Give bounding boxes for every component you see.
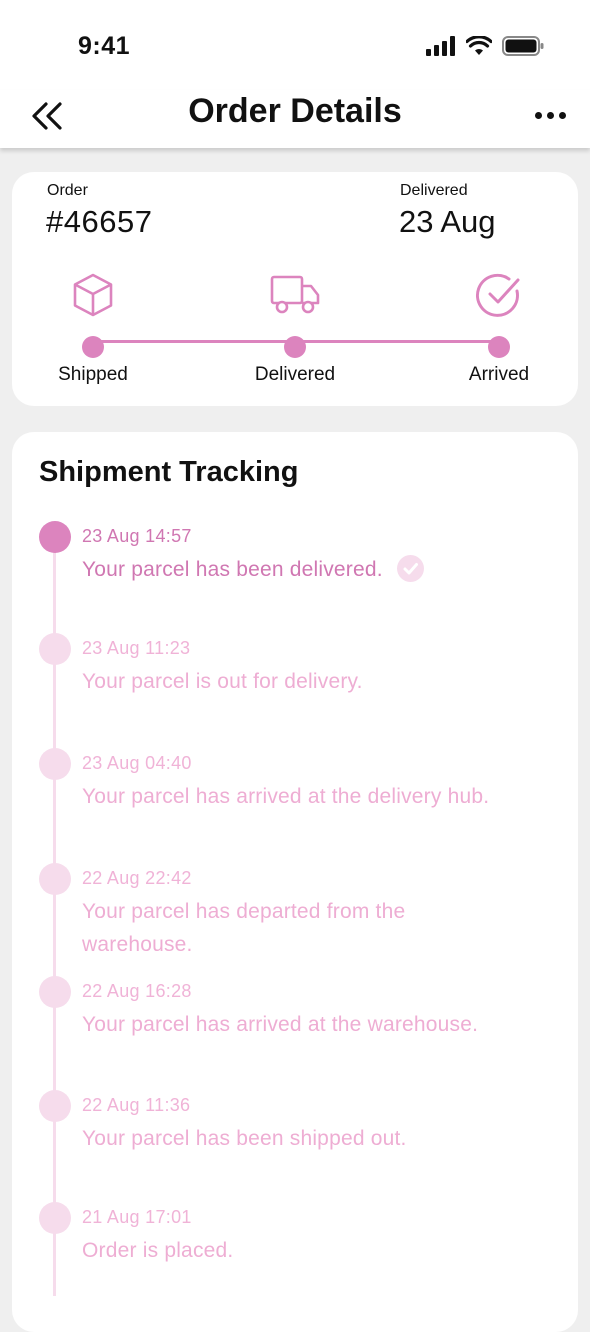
more-dot-icon [534, 111, 542, 119]
wifi-icon [466, 36, 492, 55]
header: Order Details [0, 90, 590, 148]
step-arrived: Arrived [439, 270, 559, 386]
more-dot-icon [546, 111, 554, 119]
truck-icon [270, 275, 320, 314]
timeline-dot [39, 1090, 71, 1122]
event-text-label: Your parcel has been delivered. [82, 558, 383, 581]
step-dot [82, 336, 104, 358]
battery-icon [502, 36, 544, 56]
page-title: Order Details [188, 92, 402, 130]
order-number: #46657 [46, 204, 153, 239]
check-circle-icon [475, 273, 520, 317]
event-time: 21 Aug 17:01 [82, 1207, 192, 1227]
step-delivered: Delivered [235, 270, 355, 386]
event-text: Your parcel has departed from the wareho… [82, 900, 406, 956]
status-time: 9:41 [78, 32, 131, 60]
status-icons [426, 36, 544, 56]
status-bar: 9:41 [0, 0, 590, 90]
delivered-label: Delivered [400, 182, 468, 199]
box-icon [73, 273, 113, 317]
timeline-dot [39, 521, 71, 553]
delivered-date: 23 Aug [399, 204, 496, 239]
timeline-dot [39, 863, 71, 895]
step-label: Delivered [254, 364, 336, 385]
tracking-title: Shipment Tracking [39, 456, 299, 488]
step-label: Shipped [58, 364, 128, 385]
timeline-dot [39, 976, 71, 1008]
signal-icon [426, 36, 455, 56]
event-text: Order is placed. [82, 1239, 234, 1262]
event-time: 23 Aug 11:23 [82, 638, 191, 658]
event-text: Your parcel has arrived at the delivery … [82, 785, 490, 808]
event-time: 23 Aug 04:40 [82, 753, 192, 773]
timeline-dot [39, 748, 71, 780]
step-dot [284, 336, 306, 358]
event-text: Your parcel has been delivered. [82, 553, 562, 586]
event-time: 23 Aug 14:57 [82, 526, 192, 546]
event-text: Your parcel has been shipped out. [82, 1127, 407, 1150]
check-badge-icon [396, 554, 424, 582]
timeline-dot [39, 1202, 71, 1234]
step-dot [488, 336, 510, 358]
step-label: Arrived [468, 364, 530, 385]
event-time: 22 Aug 16:28 [82, 981, 192, 1001]
order-label: Order [47, 182, 88, 199]
event-time: 22 Aug 11:36 [82, 1095, 191, 1115]
event-text: Your parcel is out for delivery. [82, 670, 363, 693]
more-dot-icon [558, 111, 566, 119]
event-text: Your parcel has arrived at the warehouse… [82, 1013, 479, 1036]
order-summary-card: Order #46657 Delivered 23 Aug Shipped De… [12, 172, 578, 406]
step-shipped: Shipped [33, 270, 153, 386]
timeline-dot [39, 633, 71, 665]
shipment-tracking-card: Shipment Tracking 23 Aug 14:57 Your parc… [12, 432, 578, 1332]
event-time: 22 Aug 22:42 [82, 868, 192, 888]
more-options-button[interactable] [526, 100, 574, 130]
